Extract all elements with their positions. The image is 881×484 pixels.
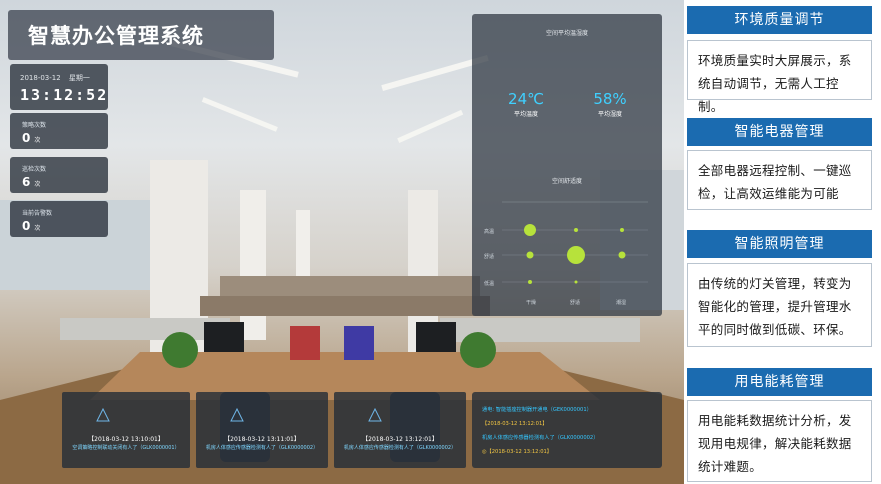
feature-heading-environment: 环境质量调节 <box>687 6 872 34</box>
feature-body-appliance: 全部电器远程控制、一键巡 检，让高效运维能为可能 <box>687 150 872 210</box>
log-line: 通电: 智能插座控制器开通电（GEK0000001） <box>482 407 592 413</box>
date-line: 2018-03-12 星期一 <box>20 73 90 83</box>
feature-line: 统自动调节，无需人工控制。 <box>698 76 839 114</box>
datetime-panel: 2018-03-12 星期一 13:12:52 <box>10 64 108 110</box>
stat-card-inspection: 巡检次数 6次 <box>10 157 108 193</box>
stat-label: 当前告警数 <box>22 210 53 217</box>
feature-line: 平的同时做到低碳、环保。 <box>698 322 852 337</box>
bubble-point <box>567 246 585 264</box>
stat-unit: 次 <box>34 225 41 232</box>
feature-line: 检，让高效运维能为可能 <box>698 186 839 201</box>
humidity-metric: 58% 平均湿度 <box>570 90 650 118</box>
y-label-comfort: 舒适 <box>484 253 494 260</box>
alert-card[interactable]: 【2018-03-12 13:10:01】 空调策略控制联动关闭有人了（GLK0… <box>62 392 190 468</box>
temperature-metric: 24℃ 平均温度 <box>486 90 566 118</box>
feature-line: 用电能耗数据统计分析，发 <box>698 413 852 428</box>
comfort-title: 空间舒适度 <box>551 178 582 185</box>
feature-line: 统计难题。 <box>698 459 763 474</box>
log-line: 机房人体感应传感器检测有人了（GLK0000002） <box>482 435 599 441</box>
x-label-humid: 潮湿 <box>616 299 626 306</box>
alert-message: 机房人体感应传感器检测有人了（GLK0000002） <box>205 445 319 451</box>
alert-card[interactable]: 【2018-03-12 13:11:01】 机房人体感应传感器检测有人了（GLK… <box>196 392 328 468</box>
bubble-point <box>618 251 626 259</box>
stat-unit: 次 <box>34 137 41 144</box>
log-line: ◎【2018-03-12 13:12:01】 <box>482 449 552 455</box>
comfort-bubble-chart: 高温 舒适 低温 干燥 舒适 潮湿 <box>484 201 648 306</box>
clock-text: 13:12:52 <box>20 86 109 104</box>
stat-card-strategy: 策略次数 0次 <box>10 113 108 149</box>
bubble-point <box>528 280 532 284</box>
stat-unit: 次 <box>34 181 41 188</box>
humidity-label: 平均湿度 <box>597 111 622 118</box>
app-title: 智慧办公管理系统 <box>28 24 204 48</box>
x-label-comfort: 舒适 <box>570 299 580 306</box>
alert-time: 【2018-03-12 13:12:01】 <box>362 436 438 443</box>
humidity-value: 58% <box>593 90 627 108</box>
bubble-point <box>574 280 578 284</box>
feature-heading-appliance: 智能电器管理 <box>687 118 872 146</box>
stat-value: 0 <box>22 131 31 145</box>
title-panel: 智慧办公管理系统 <box>8 10 274 60</box>
feature-body-energy: 用电能耗数据统计分析，发 现用电规律，解决能耗数据 统计难题。 <box>687 400 872 482</box>
bubble-point <box>574 228 578 232</box>
alert-message: 机房人体感应传感器检测有人了（GLK0000002） <box>343 445 457 451</box>
alert-card[interactable]: 【2018-03-12 13:12:01】 机房人体感应传感器检测有人了（GLK… <box>334 392 466 468</box>
feature-body-environment: 环境质量实时大屏展示，系 统自动调节，无需人工控制。 <box>687 40 872 114</box>
bubble-point <box>526 251 534 259</box>
stat-value: 6 <box>22 175 31 189</box>
feature-heading-energy: 用电能耗管理 <box>687 368 872 396</box>
x-label-dry: 干燥 <box>526 299 536 306</box>
dashboard-screen: 智慧办公管理系统 2018-03-12 星期一 13:12:52 策略次数 0次… <box>0 0 684 484</box>
temperature-label: 平均温度 <box>513 111 538 118</box>
environment-header: 空间平均温湿度 <box>545 30 588 37</box>
alert-time: 【2018-03-12 13:10:01】 <box>88 436 164 443</box>
stat-label: 策略次数 <box>22 122 47 129</box>
bubble-point <box>524 224 536 236</box>
feature-line: 现用电规律，解决能耗数据 <box>698 436 852 451</box>
feature-line: 全部电器远程控制、一键巡 <box>698 163 852 178</box>
log-line: 【2018-03-12 13:12:01】 <box>482 421 548 427</box>
feature-body-lighting: 由传统的灯关管理，转变为 智能化的管理，提升管理水 平的同时做到低碳、环保。 <box>687 263 872 347</box>
feature-line: 由传统的灯关管理，转变为 <box>698 276 852 291</box>
alert-time: 【2018-03-12 13:11:01】 <box>224 436 300 443</box>
alert-message: 空调策略控制联动关闭有人了（GLK0000001） <box>72 445 180 451</box>
feature-line: 环境质量实时大屏展示，系 <box>698 53 852 68</box>
feature-heading-lighting: 智能照明管理 <box>687 230 872 258</box>
date-text: 2018-03-12 <box>20 74 61 82</box>
y-label-low: 低温 <box>484 280 494 287</box>
event-log-panel: 通电: 智能插座控制器开通电（GEK0000001） 【2018-03-12 1… <box>472 392 662 468</box>
feature-line: 智能化的管理，提升管理水 <box>698 299 852 314</box>
warning-icon <box>230 408 244 422</box>
y-label-high: 高温 <box>484 228 494 235</box>
temperature-value: 24℃ <box>508 90 544 108</box>
environment-panel: 空间平均温湿度 24℃ 平均温度 58% 平均湿度 空间舒适度 高温 舒适 低温… <box>472 14 662 316</box>
stat-card-alarms: 当前告警数 0次 <box>10 201 108 237</box>
warning-icon <box>96 408 110 422</box>
weekday-text: 星期一 <box>68 74 90 82</box>
stat-value: 0 <box>22 219 31 233</box>
warning-icon <box>368 408 382 422</box>
bubble-point <box>620 228 624 232</box>
stat-label: 巡检次数 <box>22 166 47 173</box>
